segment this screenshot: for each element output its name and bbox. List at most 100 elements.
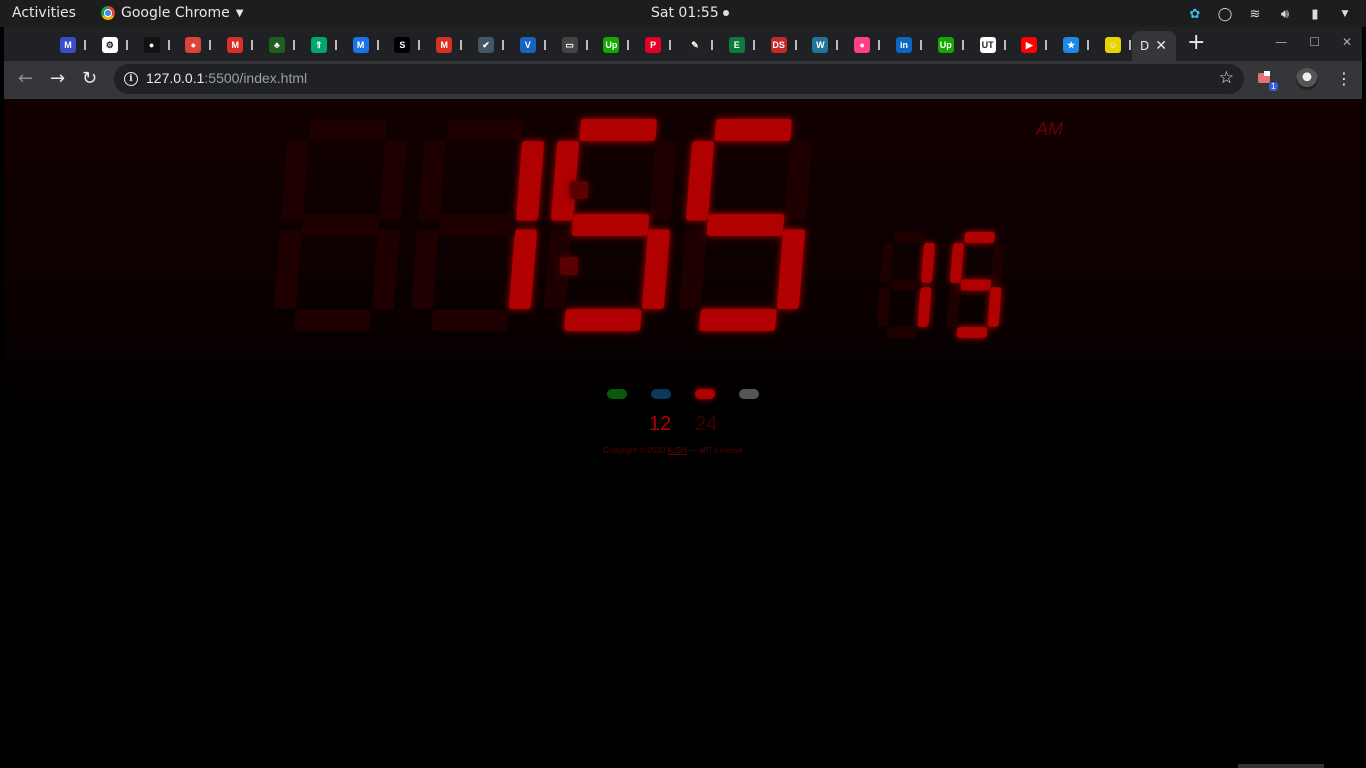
tab-title-fragment [752,40,755,50]
system-menu-arrow-icon[interactable]: ▼ [1336,5,1354,23]
battery-icon[interactable]: ▮ [1306,5,1324,23]
segment-e [410,229,439,309]
browser-tab[interactable]: E [728,33,769,57]
app-menu[interactable]: Google Chrome ▼ [101,5,243,21]
color-option[interactable] [739,389,759,399]
activities-button[interactable]: Activities [12,5,76,21]
close-tab-icon[interactable]: ✕ [1155,38,1167,54]
s-icon: S [394,37,411,53]
browser-tab[interactable]: ✎ [687,33,727,57]
minimize-icon[interactable]: — [1275,35,1287,49]
forward-button[interactable]: → [50,68,65,89]
tab-title-fragment [293,40,295,50]
tab-title-fragment [209,40,212,50]
tab-title-fragment [334,40,337,50]
browser-tab[interactable]: ● [185,33,225,57]
clock-digit [410,119,545,331]
star-badge-icon: ★ [1063,37,1080,53]
profile-avatar-icon[interactable] [1296,68,1318,90]
browser-tab[interactable]: ★ [1063,33,1103,57]
palm-icon: ♣ [269,37,285,53]
browser-tab[interactable]: ⚙ [101,33,142,57]
browser-tab[interactable]: ✔ [478,33,518,57]
volume-icon[interactable]: 🔊︎ [1276,5,1294,23]
new-tab-button[interactable]: + [1187,30,1205,55]
reload-button[interactable]: ↻ [82,68,97,89]
browser-tab[interactable]: ▭ [561,33,602,57]
tab-active[interactable]: D ✕ [1132,31,1176,61]
editor-icon: E [728,37,745,53]
maximize-icon[interactable]: ☐ [1309,35,1320,49]
color-option[interactable] [695,389,715,399]
segment-c [641,229,670,309]
terminal-icon: ▭ [561,37,578,53]
segment-e [876,287,891,327]
am-pm-indicator: AM [1036,119,1063,139]
bookmark-star-icon[interactable]: ☆ [1219,68,1234,88]
tab-title-fragment [418,40,421,50]
dropdown-arrow-icon: ▼ [235,7,244,19]
segment-g [571,214,650,236]
browser-tab[interactable]: M [60,33,100,57]
browser-tab[interactable]: S [394,33,434,57]
browser-toolbar: ← → ↻ i 127.0.0.1:5500/index.html ☆ 1 ⋮ [4,61,1362,99]
address-bar[interactable]: i 127.0.0.1:5500/index.html ☆ [114,64,1244,94]
system-datetime: Sat 01:55 [651,5,719,21]
browser-tab[interactable]: W [812,33,852,57]
segment-g [438,214,517,236]
segment-f [551,141,580,221]
browser-tab[interactable]: M [227,33,267,57]
segment-f [281,141,310,221]
tab-title-fragment [543,40,546,50]
tab-title-fragment [125,40,128,50]
browser-menu-icon[interactable]: ⋮ [1336,69,1352,88]
system-clock[interactable]: Sat 01:55 [651,5,729,21]
browser-tab[interactable]: M [436,33,476,57]
segment-b [921,243,935,283]
browser-tab[interactable]: ● [143,33,184,57]
color-option[interactable] [651,389,671,399]
browser-tab[interactable]: P [645,33,685,57]
seconds-digit [876,232,935,338]
info-icon[interactable]: i [124,72,138,86]
browser-tab[interactable]: Up [603,33,643,57]
url-host: 127.0.0.1 [146,70,205,86]
close-window-icon[interactable]: ✕ [1342,35,1352,49]
segment-g [960,279,991,291]
back-button[interactable]: ← [18,68,33,89]
arrow-up-icon: ⇑ [310,37,327,53]
browser-tab[interactable]: ● [854,33,894,57]
browser-tab[interactable]: Up [937,33,978,57]
color-option[interactable] [607,389,627,399]
browser-tab[interactable]: ♣ [269,33,309,57]
browser-tab[interactable]: M [352,33,393,57]
system-tray: ✿ ◯ ≋ 🔊︎ ▮ ▼ [1186,3,1366,25]
browser-tab[interactable]: DS [770,33,811,57]
browser-tab[interactable]: in [896,33,936,57]
whatsapp-icon[interactable]: ◯ [1216,5,1234,23]
youtube-icon: ▶ [1021,37,1038,53]
tab-title-fragment [84,40,86,50]
copyright-footer: Copyright © 2020 KrSH — MIT License [603,446,743,455]
extension-icon[interactable]: 1 [1256,69,1278,91]
url-text: 127.0.0.1:5500/index.html [146,70,307,86]
format-12-button[interactable]: 12 [649,413,671,436]
pinterest-icon: P [645,37,662,53]
segment-c [776,229,805,309]
weather-icon[interactable]: ✿ [1186,5,1204,23]
segment-b [516,141,545,221]
segment-d [564,309,642,331]
wordpress-icon: W [812,37,829,53]
format-24-button[interactable]: 24 [695,413,717,436]
author-link[interactable]: KrSH [668,446,687,455]
browser-tab[interactable]: UT [979,33,1020,57]
browser-window: M ⚙ ● ● M ♣ ⇑ M S M ✔ V ▭ Up P ✎ E DS W ● in Up UT ▶ ★ ☺ D ✕ + — … [4,27,1362,99]
copyright-prefix: Copyright © 2020 [603,446,666,455]
browser-tab[interactable]: ⇑ [310,33,351,57]
tab-title-fragment [460,40,463,50]
wifi-icon[interactable]: ≋ [1246,5,1264,23]
segment-a [714,119,792,141]
browser-tab[interactable]: ▶ [1021,33,1061,57]
tab-title-fragment [836,40,839,50]
browser-tab[interactable]: V [519,33,560,57]
